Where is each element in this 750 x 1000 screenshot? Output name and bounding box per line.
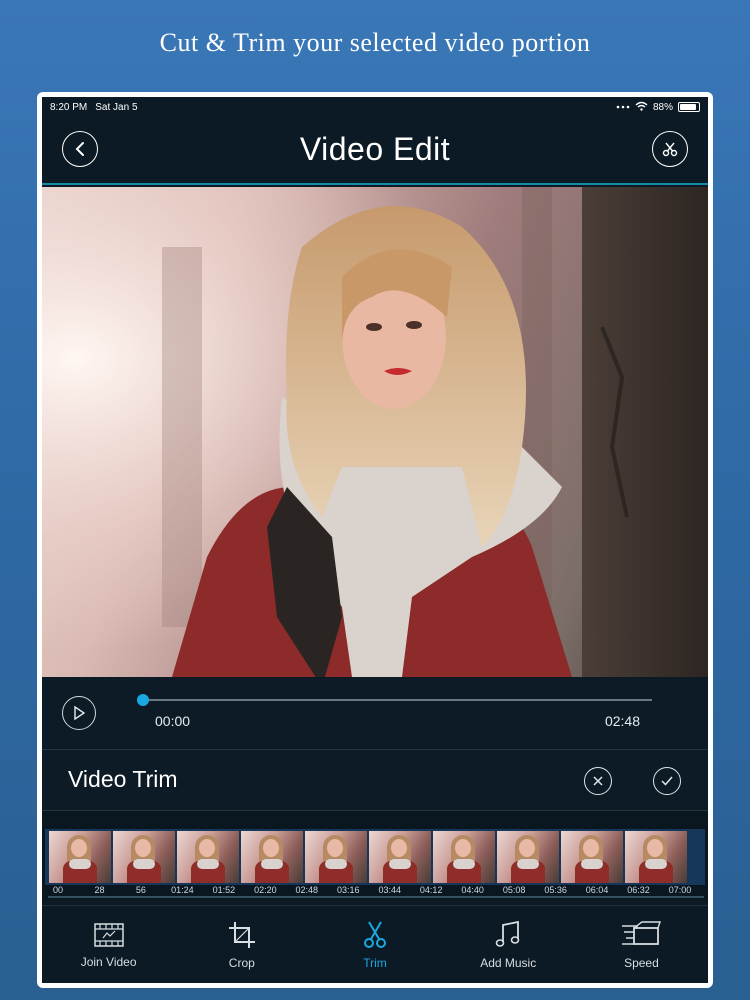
- cancel-trim-button[interactable]: [584, 767, 612, 795]
- page-title: Video Edit: [299, 130, 451, 167]
- ruler-line: [48, 896, 704, 898]
- timeline-tick-label: 04:12: [419, 885, 443, 895]
- play-icon: [74, 706, 85, 720]
- timeline-tick-label: 05:36: [544, 885, 567, 895]
- thumbnail-frame: [497, 831, 559, 883]
- thumbnail-frame: [305, 831, 367, 883]
- duration-time: 02:48: [604, 713, 640, 729]
- status-bar: 8:20 PM Sat Jan 5 88%: [42, 97, 708, 117]
- tool-crop[interactable]: Crop: [175, 906, 308, 983]
- thumbnail-frame: [49, 831, 111, 883]
- close-icon: [593, 776, 603, 786]
- trim-panel: Video Trim: [42, 749, 708, 809]
- music-note-icon: [495, 920, 520, 947]
- tool-speed[interactable]: Speed: [575, 906, 708, 983]
- timeline-tick-label: 02:48: [295, 885, 319, 895]
- confirm-trim-button[interactable]: [653, 767, 681, 795]
- timeline-tick-label: 06:04: [585, 885, 609, 895]
- back-button[interactable]: [62, 131, 98, 167]
- timeline-tick-label: 06:32: [627, 885, 650, 895]
- timeline-tick-label: 07:00: [668, 885, 692, 895]
- tool-label-crop: Crop: [228, 955, 255, 970]
- wifi-icon: [635, 101, 648, 114]
- timeline-tick-label: 28: [94, 885, 105, 895]
- thumbnail-frame: [241, 831, 303, 883]
- tool-label-join-video: Join Video: [80, 954, 137, 969]
- status-time: 8:20 PM: [50, 101, 88, 113]
- play-button[interactable]: [62, 696, 96, 730]
- timeline-tick-label: 00: [52, 885, 64, 895]
- timeline-strip[interactable]: 00 28 56 01:24 01:52 02:20 02:48 03:16 03:44 04:1…: [42, 810, 708, 900]
- scissors-icon: [662, 142, 678, 157]
- timeline-tick-label: 05:08: [502, 885, 526, 895]
- thumbnail-frame: [113, 831, 175, 883]
- thumbnail-frame: [625, 831, 687, 883]
- thumbnail-frame: [561, 831, 623, 883]
- timeline-tick-label: 04:40: [461, 885, 484, 895]
- scissors-icon: [364, 920, 386, 948]
- timeline-ruler: 00 28 56 01:24 01:52 02:20 02:48 03:16 03:44 04:1…: [42, 883, 708, 899]
- current-time: 00:00: [155, 713, 191, 729]
- video-frame-image: [42, 187, 708, 677]
- battery-level: [680, 104, 696, 110]
- scissors-action-button[interactable]: [652, 131, 688, 167]
- video-preview[interactable]: [42, 187, 708, 677]
- checkmark-icon: [661, 776, 673, 786]
- battery-icon: [678, 102, 700, 112]
- status-date: Sat Jan 5: [95, 101, 138, 113]
- thumbnail-frame: [369, 831, 431, 883]
- chevron-left-icon: [75, 142, 84, 156]
- timeline-tick-label: 03:44: [378, 885, 401, 895]
- promo-headline: Cut & Trim your selected video portion: [159, 28, 591, 57]
- thumbnail-strip[interactable]: [45, 829, 705, 885]
- playback-controls: 00:00 02:48: [42, 679, 708, 747]
- thumbnail-frame: [433, 831, 495, 883]
- timeline-tick-label: 01:24: [171, 885, 194, 895]
- tool-join-video[interactable]: Join Video: [42, 906, 175, 983]
- seek-handle[interactable]: [137, 694, 149, 706]
- app-screen: 8:20 PM Sat Jan 5 88% Video Edit 00:00 0…: [42, 97, 708, 983]
- battery-percent: 88%: [652, 101, 673, 113]
- timeline-tick-label: 01:52: [212, 885, 236, 895]
- trim-title: Video Trim: [68, 766, 178, 792]
- tool-label-add-music: Add Music: [480, 955, 537, 970]
- timeline-tick-label: 03:16: [337, 885, 360, 895]
- tool-trim[interactable]: Trim: [308, 906, 441, 983]
- tool-label-speed: Speed: [624, 955, 659, 970]
- bottom-toolbar: Join Video Crop Trim Add Music Speed: [42, 905, 708, 983]
- nav-bar: Video Edit: [42, 117, 708, 181]
- device-frame: 8:20 PM Sat Jan 5 88% Video Edit 00:00 0…: [37, 92, 713, 988]
- speed-icon: [622, 920, 662, 945]
- thumbnail-frame: [177, 831, 239, 883]
- crop-icon: [228, 921, 255, 948]
- tool-add-music[interactable]: Add Music: [442, 906, 575, 983]
- timeline-tick-label: 02:20: [254, 885, 277, 895]
- header-divider: [42, 183, 708, 185]
- seek-track[interactable]: [142, 699, 652, 701]
- tool-label-trim: Trim: [363, 955, 387, 970]
- film-icon: [93, 922, 124, 947]
- timeline-tick-label: 56: [135, 885, 146, 895]
- signal-dots-icon: [616, 102, 630, 113]
